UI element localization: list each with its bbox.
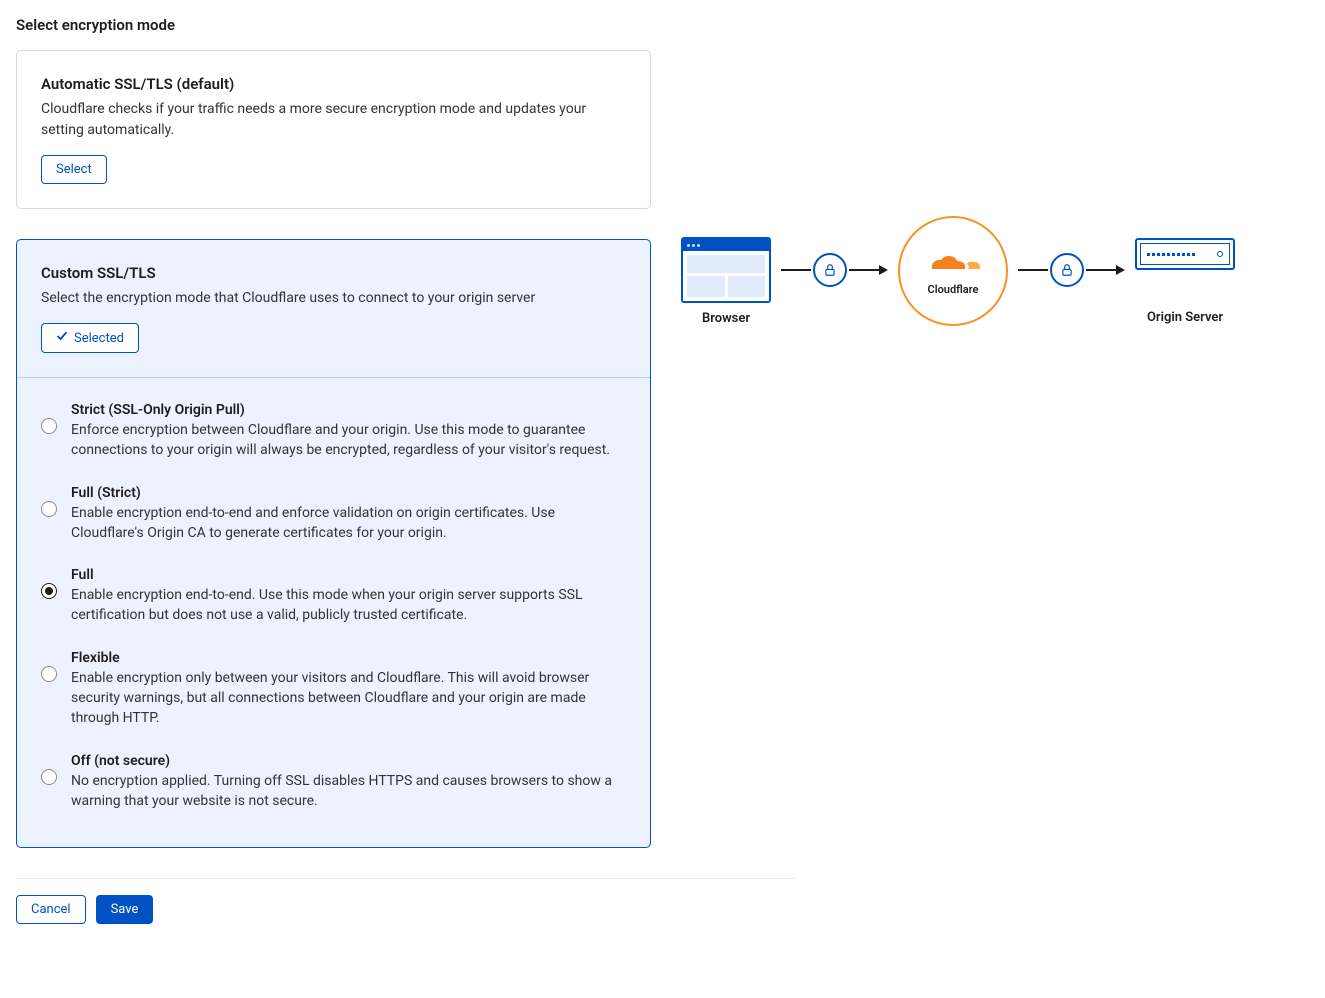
check-icon [56,330,68,346]
mode-desc: No encryption applied. Turning off SSL d… [71,771,626,812]
mode-title: Full [71,567,626,583]
custom-desc: Select the encryption mode that Cloudfla… [41,288,626,309]
custom-selected-label: Selected [74,331,124,346]
mode-radio-off[interactable] [41,769,57,785]
mode-radio-full[interactable] [41,583,57,599]
custom-selected-button[interactable]: Selected [41,323,139,353]
lock-icon [813,253,847,287]
mode-option-off[interactable]: Off (not secure) No encryption applied. T… [41,753,626,812]
footer-buttons: Cancel Save [16,895,651,924]
diagram-browser-node: Browser [681,237,771,326]
custom-title: Custom SSL/TLS [41,264,626,282]
mode-desc: Enable encryption only between your visi… [71,668,626,729]
diagram-cloudflare-node: Cloudflare [898,216,1008,347]
mode-radio-full-strict[interactable] [41,501,57,517]
cloudflare-logo-icon [921,247,985,277]
mode-option-full[interactable]: Full Enable encryption end-to-end. Use th… [41,567,626,626]
diagram-browser-label: Browser [702,311,750,326]
footer-divider [16,878,796,879]
encryption-diagram: Browser Cloudflare [681,216,1235,347]
save-button[interactable]: Save [96,895,154,924]
mode-option-strict[interactable]: Strict (SSL-Only Origin Pull) Enforce enc… [41,402,626,461]
mode-title: Strict (SSL-Only Origin Pull) [71,402,626,418]
section-title: Select encryption mode [16,16,651,34]
mode-option-full-strict[interactable]: Full (Strict) Enable encryption end-to-en… [41,485,626,544]
automatic-card: Automatic SSL/TLS (default) Cloudflare c… [16,50,651,209]
mode-title: Flexible [71,650,626,666]
cancel-button[interactable]: Cancel [16,895,86,924]
arrow-browser-to-cf [781,253,888,287]
mode-desc: Enable encryption end-to-end. Use this m… [71,585,626,626]
encryption-mode-radio-group: Strict (SSL-Only Origin Pull) Enforce enc… [17,378,650,847]
automatic-title: Automatic SSL/TLS (default) [41,75,626,93]
browser-icon [681,237,771,303]
mode-title: Off (not secure) [71,753,626,769]
server-icon [1135,238,1235,270]
mode-title: Full (Strict) [71,485,626,501]
custom-card: Custom SSL/TLS Select the encryption mod… [16,239,651,848]
mode-desc: Enable encryption end-to-end and enforce… [71,503,626,544]
mode-option-flexible[interactable]: Flexible Enable encryption only between y… [41,650,626,729]
mode-radio-flexible[interactable] [41,666,57,682]
automatic-select-button[interactable]: Select [41,155,107,184]
arrow-cf-to-origin [1018,253,1125,287]
mode-desc: Enforce encryption between Cloudflare an… [71,420,626,461]
diagram-origin-node: Origin Server [1135,238,1235,325]
diagram-cloudflare-label: Cloudflare [928,283,979,296]
automatic-desc: Cloudflare checks if your traffic needs … [41,99,626,141]
diagram-origin-label: Origin Server [1147,310,1223,325]
custom-card-header: Custom SSL/TLS Select the encryption mod… [17,240,650,378]
lock-icon [1050,253,1084,287]
mode-radio-strict[interactable] [41,418,57,434]
